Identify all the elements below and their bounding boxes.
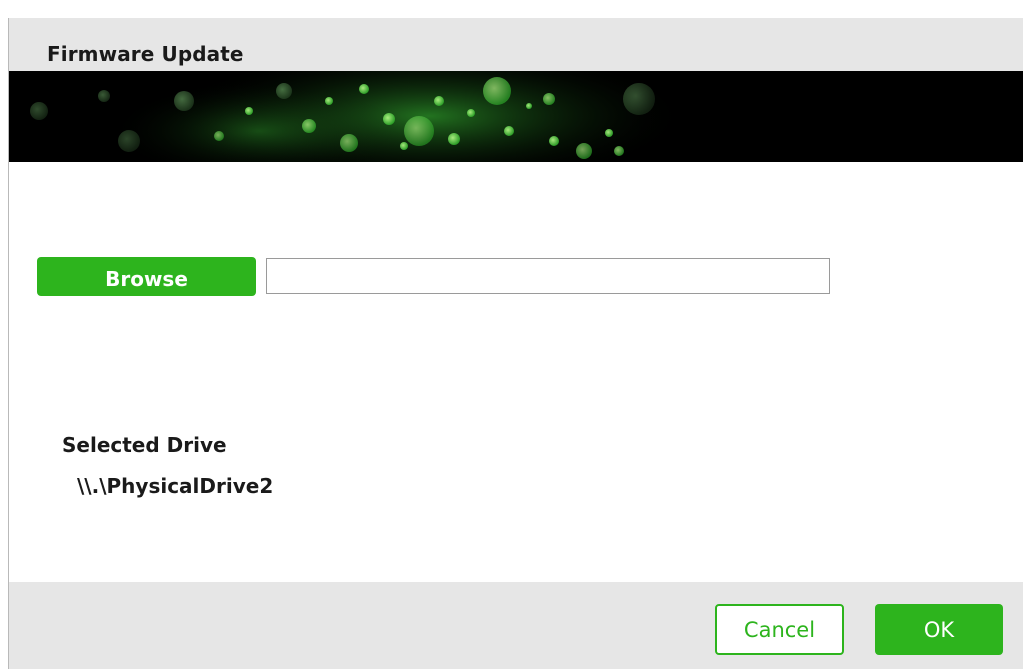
cancel-button[interactable]: Cancel xyxy=(715,604,844,655)
firmware-path-input[interactable] xyxy=(266,258,830,294)
bokeh-banner-graphic xyxy=(9,71,1023,162)
firmware-update-dialog: Firmware Update Browse Selected Drive \\… xyxy=(8,18,1023,669)
selected-drive-label: Selected Drive xyxy=(62,433,227,457)
browse-button[interactable]: Browse xyxy=(37,257,256,296)
titlebar: Firmware Update xyxy=(9,18,1023,71)
banner-image xyxy=(9,71,1023,162)
dialog-footer xyxy=(9,582,1023,669)
dialog-title: Firmware Update xyxy=(47,42,244,66)
selected-drive-value: \\.\PhysicalDrive2 xyxy=(77,474,274,498)
ok-button[interactable]: OK xyxy=(875,604,1003,655)
